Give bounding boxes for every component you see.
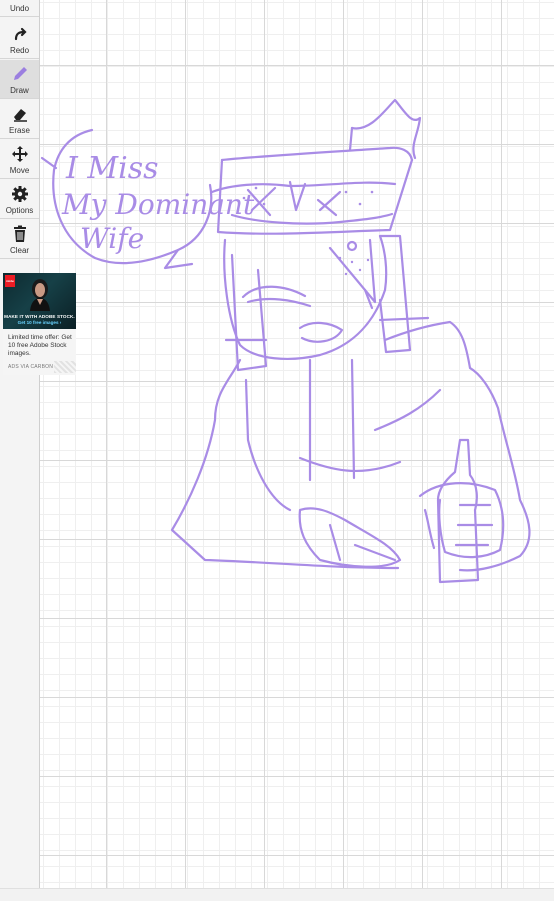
undo-button[interactable]: Undo bbox=[0, 0, 39, 17]
ad-image[interactable]: Adobe MAKE IT WITH ADOBE STOCK. Get 10 f… bbox=[3, 273, 76, 329]
hat-top bbox=[220, 146, 414, 162]
erase-label: Erase bbox=[9, 126, 30, 135]
clear-label: Clear bbox=[9, 246, 30, 255]
move-button[interactable]: Move bbox=[0, 140, 39, 179]
draw-label: Draw bbox=[10, 86, 29, 95]
redo-button[interactable]: Redo bbox=[0, 20, 39, 59]
trash-icon bbox=[10, 224, 30, 244]
move-label: Move bbox=[9, 166, 30, 175]
ad-portrait bbox=[30, 279, 50, 311]
move-arrows-icon bbox=[10, 144, 30, 164]
clear-button[interactable]: Clear bbox=[0, 220, 39, 259]
redo-arrow-icon bbox=[10, 24, 30, 44]
options-label: Options bbox=[5, 206, 34, 215]
pencil-icon bbox=[10, 64, 30, 84]
undo-label: Undo bbox=[9, 4, 30, 13]
undo-arrow-icon bbox=[10, 0, 30, 2]
ad-text[interactable]: Limited time offer: Get 10 free Adobe St… bbox=[8, 334, 74, 358]
ad-via-carbon[interactable]: ADS VIA CARBON bbox=[8, 364, 53, 370]
carbon-ad[interactable]: Adobe MAKE IT WITH ADOBE STOCK. Get 10 f… bbox=[3, 273, 76, 375]
tool-sidebar: Undo Redo Draw Erase Move Options Clear bbox=[0, 0, 40, 888]
ad-headline: MAKE IT WITH ADOBE STOCK. bbox=[4, 314, 75, 319]
bottle bbox=[436, 438, 480, 584]
speech-line-1: I Miss bbox=[65, 151, 159, 186]
speech-line-2: My Dominant bbox=[61, 188, 255, 221]
draw-button[interactable]: Draw bbox=[0, 60, 39, 99]
redo-label: Redo bbox=[9, 46, 30, 55]
eraser-icon bbox=[10, 104, 30, 124]
adobe-logo: Adobe bbox=[5, 275, 15, 287]
bottom-bar bbox=[0, 888, 554, 901]
hand-left bbox=[298, 507, 402, 568]
ad-decoration bbox=[54, 361, 76, 373]
ad-subheadline: Get 10 free images › bbox=[17, 320, 62, 325]
sketch-drawing: I Miss My Dominant Wife bbox=[40, 98, 531, 584]
erase-button[interactable]: Erase bbox=[0, 100, 39, 139]
speech-line-3: Wife bbox=[80, 222, 144, 255]
options-button[interactable]: Options bbox=[0, 180, 39, 219]
gear-icon bbox=[10, 184, 30, 204]
body-outline bbox=[170, 358, 400, 570]
